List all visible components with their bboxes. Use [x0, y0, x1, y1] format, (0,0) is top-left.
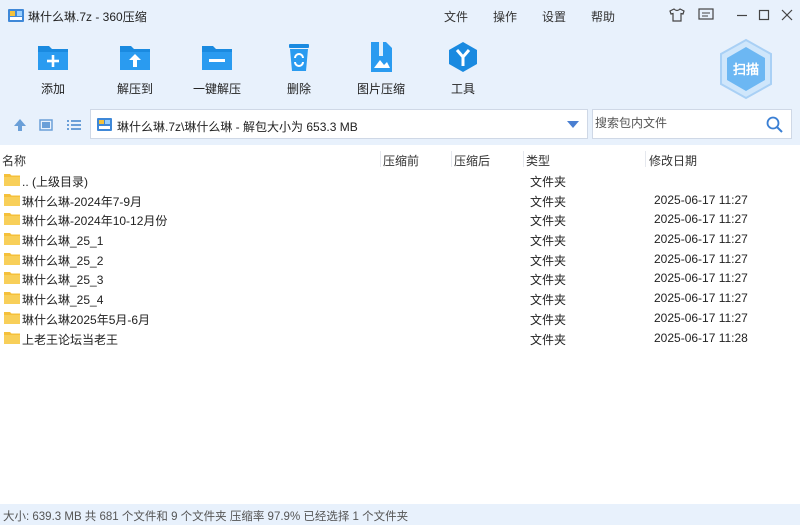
feedback-icon[interactable]	[697, 6, 715, 24]
main-toolbar: 添加 解压到 一键解压 删除 图片压缩 工具 扫描	[0, 30, 800, 105]
file-date: 2025-06-17 11:27	[654, 212, 748, 227]
folder-icon	[4, 174, 20, 186]
file-date: 2025-06-17 11:27	[654, 192, 748, 207]
file-date: 2025-06-17 11:27	[654, 310, 748, 325]
window-title: 琳什么琳.7z - 360压缩	[28, 10, 147, 24]
column-name[interactable]: 名称	[2, 152, 26, 169]
one-click-extract-icon	[202, 46, 232, 70]
file-type: 文件夹	[530, 175, 567, 189]
delete-label: 删除	[286, 82, 311, 96]
file-type: 文件夹	[530, 273, 567, 288]
column-type[interactable]: 类型	[526, 152, 550, 169]
file-name: .. (上级目录)	[22, 175, 88, 189]
up-level-icon[interactable]	[12, 117, 28, 133]
file-type: 文件夹	[530, 253, 567, 268]
folder-icon	[4, 213, 20, 226]
list-item[interactable]: 琳什么琳_25_1 文件夹 2025-06-17 11:27	[0, 229, 800, 249]
path-dropdown-icon[interactable]	[567, 121, 579, 128]
menu-settings[interactable]: 设置	[542, 8, 566, 25]
file-name: 琳什么琳_25_2	[22, 253, 104, 268]
file-type: 文件夹	[530, 214, 567, 229]
archive-app-icon	[8, 9, 24, 22]
menu-operate[interactable]: 操作	[493, 8, 517, 25]
file-type: 文件夹	[530, 234, 567, 249]
tools-label: 工具	[450, 82, 475, 96]
archive-path: 琳什么琳.7z\琳什么琳 - 解包大小为 653.3 MB	[117, 120, 358, 134]
thumbnail-view-icon[interactable]	[38, 117, 54, 133]
extract-to-label: 解压到	[116, 82, 153, 96]
extract-to-icon	[120, 46, 150, 70]
image-compress-icon	[371, 42, 392, 72]
title-bar: 琳什么琳.7z - 360压缩 文件 操作 设置 帮助	[0, 0, 800, 30]
column-compressed-after[interactable]: 压缩后	[454, 152, 490, 169]
close-icon[interactable]	[778, 6, 796, 24]
list-item[interactable]: 琳什么琳-2024年7-9月 文件夹 2025-06-17 11:27	[0, 190, 800, 210]
file-date: 2025-06-17 11:27	[654, 232, 748, 247]
archive-icon	[97, 118, 112, 131]
add-icon	[38, 46, 68, 70]
list-item[interactable]: 琳什么琳_25_4 文件夹 2025-06-17 11:27	[0, 288, 800, 308]
file-name: 琳什么琳2025年5月-6月	[22, 312, 151, 327]
folder-icon	[4, 292, 20, 305]
extract-to-button[interactable]: 解压到	[100, 40, 170, 97]
file-name: 琳什么琳_25_1	[22, 234, 104, 249]
maximize-icon[interactable]	[755, 6, 773, 24]
file-name: 上老王论坛当老王	[22, 332, 119, 347]
list-item[interactable]: 琳什么琳_25_3 文件夹 2025-06-17 11:27	[0, 268, 800, 288]
folder-icon	[4, 311, 20, 324]
file-type: 文件夹	[530, 312, 567, 327]
file-name: 琳什么琳_25_4	[22, 293, 104, 308]
image-compress-button[interactable]: 图片压缩	[346, 40, 416, 97]
delete-button[interactable]: 删除	[264, 40, 334, 97]
one-click-extract-label: 一键解压	[192, 82, 241, 96]
skin-icon[interactable]	[668, 6, 686, 24]
add-button[interactable]: 添加	[18, 40, 88, 97]
file-list: .. (上级目录) 文件夹 琳什么琳-2024年7-9月 文件夹 2025-06…	[0, 170, 800, 347]
one-click-extract-button[interactable]: 一键解压	[182, 40, 252, 97]
file-name: 琳什么琳-2024年7-9月	[22, 194, 143, 209]
recycle-bin-icon	[289, 44, 309, 71]
list-item[interactable]: 琳什么琳2025年5月-6月 文件夹 2025-06-17 11:27	[0, 308, 800, 328]
file-type: 文件夹	[530, 332, 567, 347]
menu-help[interactable]: 帮助	[591, 8, 615, 25]
file-date: 2025-06-17 11:27	[654, 251, 748, 266]
column-compressed-before[interactable]: 压缩前	[383, 152, 419, 169]
column-header: 名称 压缩前 压缩后 类型 修改日期	[0, 148, 800, 170]
list-view-icon[interactable]	[66, 117, 82, 133]
minimize-icon[interactable]	[733, 6, 751, 24]
list-item[interactable]: 琳什么琳_25_2 文件夹 2025-06-17 11:27	[0, 249, 800, 269]
file-date: 2025-06-17 11:28	[654, 330, 748, 345]
list-item[interactable]: 上老王论坛当老王 文件夹 2025-06-17 11:28	[0, 328, 800, 348]
folder-icon	[4, 331, 20, 344]
folder-icon	[4, 272, 20, 285]
search-box	[592, 109, 792, 139]
status-text: 大小: 639.3 MB 共 681 个文件和 9 个文件夹 压缩率 97.9%…	[3, 511, 409, 523]
path-combobox[interactable]: 琳什么琳.7z\琳什么琳 - 解包大小为 653.3 MB	[90, 109, 588, 139]
add-label: 添加	[40, 82, 65, 96]
list-item[interactable]: 琳什么琳-2024年10-12月份 文件夹 2025-06-17 11:27	[0, 209, 800, 229]
tools-icon	[449, 42, 477, 72]
address-bar: 琳什么琳.7z\琳什么琳 - 解包大小为 653.3 MB	[0, 105, 800, 145]
search-icon[interactable]	[766, 116, 783, 133]
file-type: 文件夹	[530, 293, 567, 308]
column-modified-date[interactable]: 修改日期	[649, 152, 697, 169]
file-date: 2025-06-17 11:27	[654, 291, 748, 306]
status-bar: 大小: 639.3 MB 共 681 个文件和 9 个文件夹 压缩率 97.9%…	[0, 504, 800, 525]
folder-icon	[4, 233, 20, 246]
file-date: 2025-06-17 11:27	[654, 271, 748, 286]
folder-icon	[4, 252, 20, 265]
scan-button[interactable]: 扫描	[718, 38, 774, 100]
file-type: 文件夹	[530, 194, 567, 209]
list-item[interactable]: .. (上级目录) 文件夹	[0, 170, 800, 190]
file-name: 琳什么琳-2024年10-12月份	[22, 214, 168, 229]
tools-button[interactable]: 工具	[428, 40, 498, 97]
search-input[interactable]	[595, 116, 755, 130]
file-name: 琳什么琳_25_3	[22, 273, 104, 288]
scan-label: 扫描	[733, 62, 759, 78]
menu-file[interactable]: 文件	[444, 8, 468, 25]
image-compress-label: 图片压缩	[356, 82, 405, 96]
folder-icon	[4, 193, 20, 206]
